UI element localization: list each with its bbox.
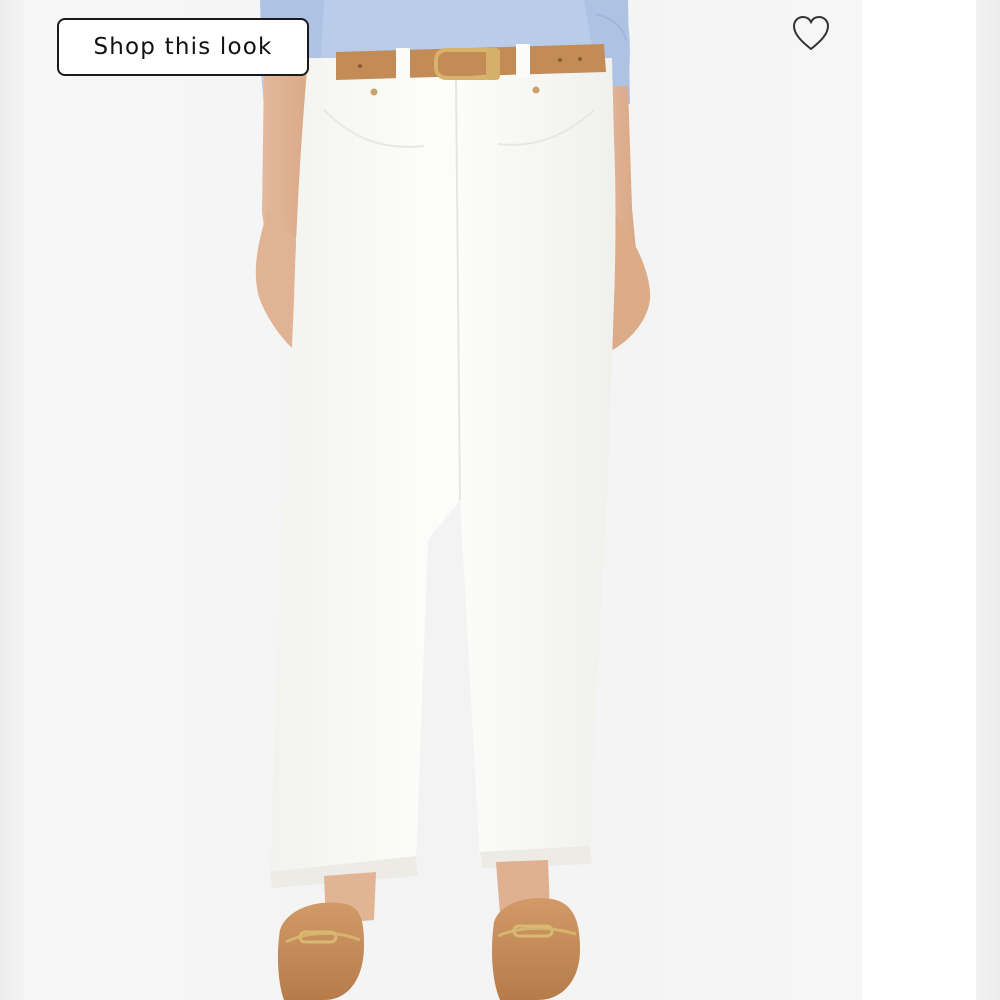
heart-icon[interactable]	[791, 15, 831, 53]
previous-image-peek[interactable]	[0, 0, 24, 1000]
shop-this-look-label: Shop this look	[93, 34, 273, 60]
shop-this-look-button[interactable]: Shop this look	[57, 18, 309, 76]
image-gutter	[862, 0, 976, 1000]
next-image-peek[interactable]	[976, 0, 1000, 1000]
product-photo	[24, 0, 862, 1000]
product-image-viewer: Shop this look	[0, 0, 1000, 1000]
